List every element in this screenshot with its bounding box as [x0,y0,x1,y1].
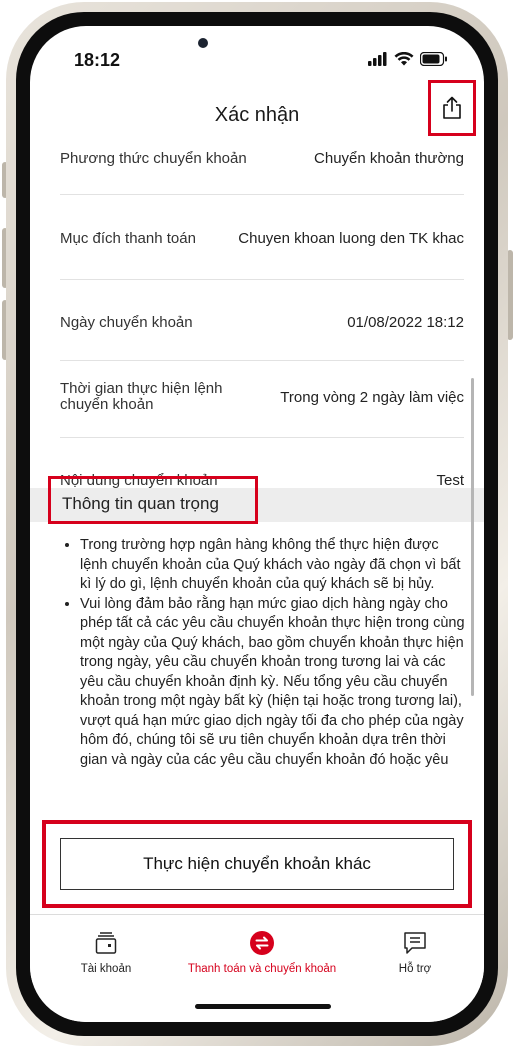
tab-label: Thanh toán và chuyển khoản [187,963,337,975]
transfer-icon [250,931,274,955]
detail-value: Chuyển khoản thường [314,150,464,167]
scrollbar[interactable] [471,378,474,696]
important-info-list: Trong trường hợp ngân hàng không thể thự… [58,536,466,798]
list-item: Vui lòng đảm bảo rằng hạn mức giao dịch … [80,595,466,771]
share-icon [443,96,461,119]
chat-icon [404,932,426,954]
detail-label-line2: chuyển khoản [60,396,154,413]
new-transfer-button[interactable]: Thực hiện chuyển khoản khác [60,838,454,890]
detail-label: Ngày chuyển khoản [60,314,193,331]
detail-label: Thời gian thực hiện lệnh chuyển khoản [60,381,222,413]
wallet-icon [95,932,117,954]
wifi-icon [394,52,414,66]
tab-label: Hỗ trợ [398,963,432,975]
phone-screen: 18:12 Xác nhận Phương thức chuyển khoản … [30,26,484,1022]
home-indicator [195,1004,331,1009]
tab-payments-transfers[interactable]: Thanh toán và chuyển khoản [176,929,348,975]
detail-value: Test [436,472,464,489]
detail-row-execution-time: Thời gian thực hiện lệnh chuyển khoản Tr… [60,361,464,438]
signal-icon [368,52,387,66]
page-header: Xác nhận [30,80,484,146]
status-time: 18:12 [74,50,121,70]
transfer-details: Phương thức chuyển khoản Chuyển khoản th… [30,144,484,502]
annotation-highlight-important [48,476,258,524]
detail-value: Trong vòng 2 ngày làm việc [280,389,464,406]
tab-support[interactable]: Hỗ trợ [370,929,460,975]
battery-icon [420,52,447,66]
share-button[interactable] [428,80,476,136]
status-icons [368,52,448,66]
detail-value: Chuyen khoan luong den TK khac [238,230,464,247]
detail-label: Phương thức chuyển khoản [60,150,247,167]
front-camera [198,38,208,48]
status-bar: 18:12 [30,26,484,88]
detail-label-line1: Thời gian thực hiện lệnh [60,380,223,397]
detail-label: Mục đích thanh toán [60,230,196,247]
detail-row-date: Ngày chuyển khoản 01/08/2022 18:12 [60,280,464,361]
detail-value: 01/08/2022 18:12 [347,314,464,331]
list-item: Trong trường hợp ngân hàng không thể thự… [80,536,466,595]
tab-accounts[interactable]: Tài khoản [60,929,152,975]
detail-row-method: Phương thức chuyển khoản Chuyển khoản th… [60,144,464,195]
page-title: Xác nhận [214,104,300,126]
tab-label: Tài khoản [80,963,132,975]
detail-row-purpose: Mục đích thanh toán Chuyen khoan luong d… [60,195,464,280]
